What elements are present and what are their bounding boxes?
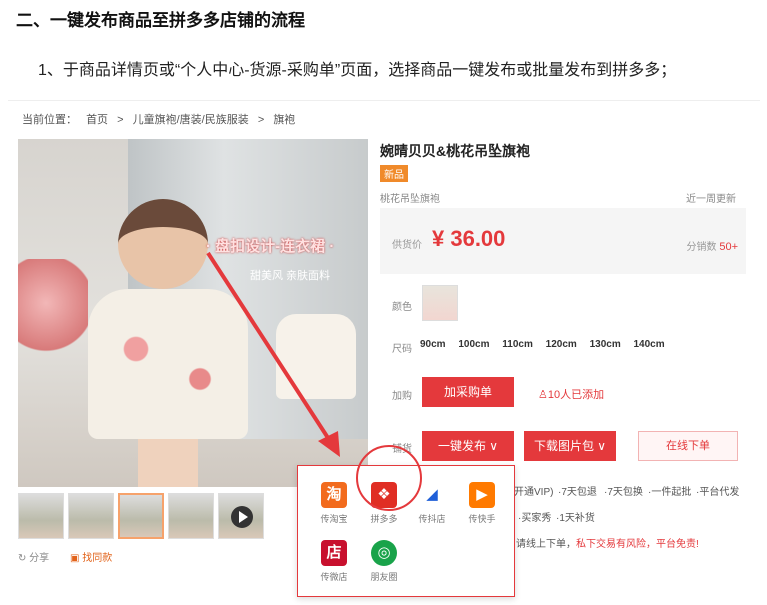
douyin-shop-icon: ◢ (419, 482, 445, 508)
image-flowers (18, 259, 88, 369)
image-dress-inset (276, 314, 356, 399)
breadcrumb-sep: > (117, 114, 124, 126)
new-badge: 新品 (380, 165, 408, 182)
image-model-head (118, 199, 208, 289)
price-box: 供货价 ¥ 36.00 分销数 50+ (380, 208, 746, 274)
image-model-legs (138, 439, 198, 487)
platform-taobao[interactable]: 淘 传淘宝 (312, 482, 356, 525)
highlight-circle (356, 445, 422, 511)
color-label: 颜色 (392, 302, 412, 313)
kuaishou-icon: ▶ (469, 482, 495, 508)
moments-icon: ◎ (371, 540, 397, 566)
product-main-image[interactable]: · 盘扣设计-连衣裙 · 甜美风 亲肤面料 (18, 139, 368, 487)
thumbnail[interactable] (168, 493, 214, 539)
service-buyer-show: ·买家秀 (518, 513, 552, 524)
buy-label: 加购 (392, 391, 412, 402)
sold-label: 分销数 (686, 242, 717, 253)
image-promo-text: · 盘扣设计-连衣裙 · (206, 238, 335, 255)
platform-label: 传快手 (468, 514, 496, 524)
video-thumbnail[interactable] (218, 493, 264, 539)
platform-label: 传抖店 (418, 514, 446, 524)
size-option[interactable]: 140cm (634, 339, 665, 350)
service-moq: ·一件起批 (648, 487, 692, 498)
weidian-icon: 店 (321, 540, 347, 566)
find-same-link[interactable]: ▣ 找同款 (70, 549, 112, 564)
platform-label: 传淘宝 (320, 514, 348, 524)
breadcrumb-category[interactable]: 儿童旗袍/唐装/民族服装 (133, 114, 249, 126)
share-label: 分享 (29, 553, 50, 564)
platform-kuaishou[interactable]: ▶ 传快手 (460, 482, 504, 525)
user-icon: ♙ (538, 389, 548, 401)
price-label: 供货价 (392, 240, 422, 251)
size-options: 90cm 100cm 110cm 120cm 130cm 140cm (420, 339, 675, 350)
size-label: 尺码 (392, 344, 412, 355)
platform-label: 拼多多 (370, 514, 398, 524)
breadcrumb-sep: > (257, 114, 265, 126)
platform-label: 朋友圈 (370, 572, 398, 582)
breadcrumb-prefix: 当前位置： (22, 114, 77, 126)
platform-weidian[interactable]: 店 传微店 (312, 540, 356, 583)
notice-warning: 私下交易有风险，平台免责! (576, 539, 699, 550)
size-option[interactable]: 120cm (546, 339, 577, 350)
add-cart-button[interactable]: 加采购单 (422, 377, 514, 407)
price-value: ¥ 36.00 (432, 226, 506, 251)
updated-text: 近一周更新 (686, 194, 736, 205)
taobao-icon: 淘 (321, 482, 347, 508)
thumbnail-selected[interactable] (118, 493, 164, 539)
service-vip: 开通VIP) (514, 487, 554, 498)
sold-value: 50+ (719, 241, 738, 253)
step-text: 1、于商品详情页或“个人中心-货源-采购单”页面，选择商品一键发布或批量发布到拼… (38, 62, 677, 79)
sold-count: 分销数 50+ (687, 238, 738, 253)
download-images-button[interactable]: 下载图片包 ∨ (524, 431, 616, 461)
size-option[interactable]: 130cm (590, 339, 621, 350)
share-icon: ↻ (18, 553, 30, 564)
product-page-screenshot: 当前位置： 首页 > 儿童旗袍/唐装/民族服装 > 旗袍 · 盘扣设计-连衣裙 … (8, 100, 760, 604)
breadcrumb-current[interactable]: 旗袍 (273, 114, 295, 126)
thumbnail[interactable] (18, 493, 64, 539)
thumbnail[interactable] (68, 493, 114, 539)
product-title: 婉晴贝贝&桃花吊坠旗袍 (380, 143, 531, 159)
service-return: ·7天包退 (558, 487, 597, 498)
color-option[interactable] (422, 285, 458, 321)
platform-moments[interactable]: ◎ 朋友圈 (362, 540, 406, 583)
share-link[interactable]: ↻ 分享 (18, 549, 49, 564)
platform-label: 传微店 (320, 572, 348, 582)
service-restock: ·1天补货 (556, 513, 595, 524)
breadcrumb: 当前位置： 首页 > 儿童旗袍/唐装/民族服装 > 旗袍 (22, 111, 301, 127)
find-same-label: 找同款 (82, 553, 113, 564)
size-option[interactable]: 90cm (420, 339, 446, 350)
service-exchange: ·7天包换 (604, 487, 643, 498)
notice-text: 请线上下单，私下交易有风险，平台免责! (516, 535, 699, 550)
size-option[interactable]: 110cm (502, 339, 533, 350)
added-count-label: 10人已添加 (547, 389, 605, 401)
section-heading: 二、一键发布商品至拼多多店铺的流程 (16, 11, 305, 30)
added-count: ♙10人已添加 (538, 386, 604, 402)
one-click-publish-button[interactable]: 一键发布 ∨ (422, 431, 514, 461)
image-dress (88, 289, 248, 439)
breadcrumb-home[interactable]: 首页 (86, 114, 108, 126)
service-dropship: ·平台代发 (696, 487, 740, 498)
size-option[interactable]: 100cm (458, 339, 489, 350)
image-promo-subtext: 甜美风 亲肤面料 (250, 270, 331, 282)
product-subname: 桃花吊坠旗袍 (380, 194, 440, 205)
camera-icon: ▣ (70, 553, 83, 564)
online-order-button[interactable]: 在线下单 (638, 431, 738, 461)
notice-partial: 请线上下单， (516, 539, 576, 550)
